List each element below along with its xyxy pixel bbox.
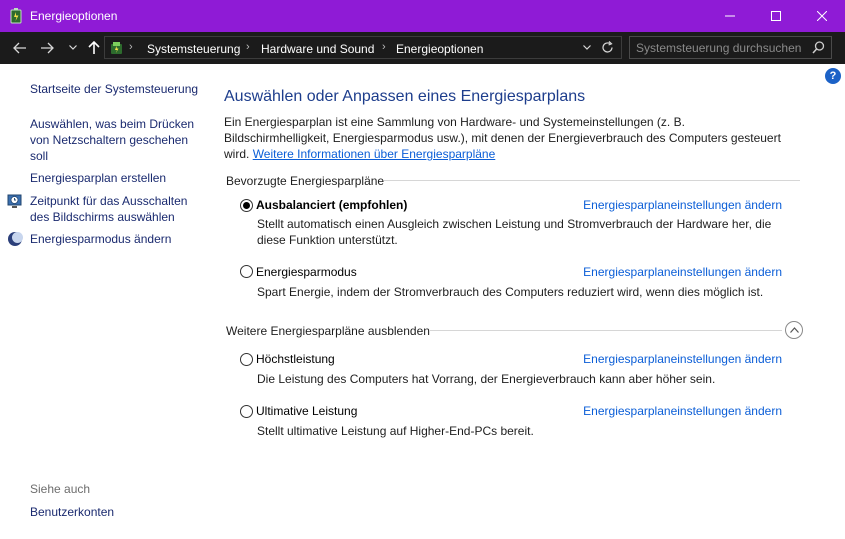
monitor-clock-icon	[7, 194, 22, 208]
breadcrumb-systemsteuerung[interactable]: Systemsteuerung	[147, 42, 240, 56]
breadcrumb-hardware-und-sound[interactable]: Hardware und Sound	[261, 42, 374, 56]
preferred-plans-heading: Bevorzugte Energiesparpläne	[226, 174, 385, 188]
sidebar-create-plan-link[interactable]: Energiesparplan erstellen	[30, 170, 166, 186]
divider	[384, 180, 800, 181]
search-box[interactable]	[629, 36, 832, 59]
breadcrumb-separator-icon: ›	[382, 41, 386, 53]
intro-text: Ein Energiesparplan ist eine Sammlung vo…	[224, 114, 784, 162]
breadcrumb[interactable]: › Systemsteuerung › Hardware und Sound ›…	[104, 36, 622, 59]
plan-radio-ultimate-performance[interactable]	[240, 405, 253, 418]
close-button[interactable]	[799, 0, 845, 32]
page-title: Auswählen oder Anpassen eines Energiespa…	[224, 88, 586, 105]
forward-button[interactable]	[37, 38, 57, 58]
minimize-icon	[725, 15, 735, 17]
search-input[interactable]	[636, 40, 806, 55]
maximize-icon	[771, 11, 781, 21]
plan-desc-ultimate-performance: Stellt ultimative Leistung auf Higher-En…	[257, 424, 534, 438]
arrow-up-icon	[88, 41, 100, 54]
more-plans-heading: Weitere Energiesparpläne ausblenden	[226, 324, 430, 338]
close-icon	[817, 11, 827, 21]
chevron-down-icon[interactable]	[583, 45, 591, 51]
sidebar-power-buttons-link[interactable]: Auswählen, was beim Drücken von Netzscha…	[30, 116, 200, 164]
change-plan-settings-link-balanced[interactable]: Energiesparplaneinstellungen ändern	[583, 198, 782, 212]
search-icon[interactable]	[812, 41, 825, 54]
chevron-down-icon	[69, 45, 77, 50]
sidebar-display-off-link[interactable]: Zeitpunkt für das Ausschalten des Bildsc…	[30, 193, 205, 225]
arrow-right-icon	[41, 42, 54, 54]
change-plan-settings-link-ultimate-performance[interactable]: Energiesparplaneinstellungen ändern	[583, 404, 782, 418]
window-title: Energieoptionen	[30, 9, 118, 23]
plan-radio-power-saver[interactable]	[240, 265, 253, 278]
plan-radio-balanced[interactable]	[240, 199, 253, 212]
refresh-icon[interactable]	[601, 41, 614, 54]
divider	[430, 330, 782, 331]
plan-name-power-saver[interactable]: Energiesparmodus	[256, 265, 357, 279]
moon-icon	[8, 232, 23, 246]
maximize-button[interactable]	[753, 0, 799, 32]
breadcrumb-separator-icon: ›	[129, 41, 133, 53]
plan-desc-high-performance: Die Leistung des Computers hat Vorrang, …	[257, 372, 716, 386]
recent-locations-button[interactable]	[63, 38, 83, 58]
plan-name-balanced[interactable]: Ausbalanciert (empfohlen)	[256, 198, 407, 212]
up-button[interactable]	[84, 38, 104, 58]
back-button[interactable]	[10, 38, 30, 58]
see-also-heading: Siehe auch	[30, 482, 91, 496]
power-options-icon	[10, 8, 22, 24]
breadcrumb-energieoptionen[interactable]: Energieoptionen	[396, 42, 483, 56]
control-panel-icon	[111, 42, 122, 54]
collapse-more-plans-button[interactable]	[785, 321, 803, 339]
breadcrumb-separator-icon: ›	[246, 41, 250, 53]
more-info-link[interactable]: Weitere Informationen über Energiesparpl…	[253, 147, 496, 161]
plan-name-high-performance[interactable]: Höchstleistung	[256, 352, 335, 366]
plan-radio-high-performance[interactable]	[240, 353, 253, 366]
title-bar: Energieoptionen	[0, 0, 845, 32]
plan-desc-balanced: Stellt automatisch einen Ausgleich zwisc…	[257, 217, 772, 247]
chevron-up-icon	[790, 327, 799, 333]
sidebar-home-link[interactable]: Startseite der Systemsteuerung	[30, 81, 198, 97]
arrow-left-icon	[13, 42, 26, 54]
plan-desc-power-saver: Spart Energie, indem der Stromverbrauch …	[257, 285, 764, 299]
sidebar-user-accounts-link[interactable]: Benutzerkonten	[30, 504, 114, 520]
change-plan-settings-link-high-performance[interactable]: Energiesparplaneinstellungen ändern	[583, 352, 782, 366]
minimize-button[interactable]	[707, 0, 753, 32]
plan-name-ultimate-performance[interactable]: Ultimative Leistung	[256, 404, 357, 418]
change-plan-settings-link-power-saver[interactable]: Energiesparplaneinstellungen ändern	[583, 265, 782, 279]
help-button[interactable]: ?	[825, 68, 841, 84]
sidebar-sleep-link[interactable]: Energiesparmodus ändern	[30, 231, 171, 247]
